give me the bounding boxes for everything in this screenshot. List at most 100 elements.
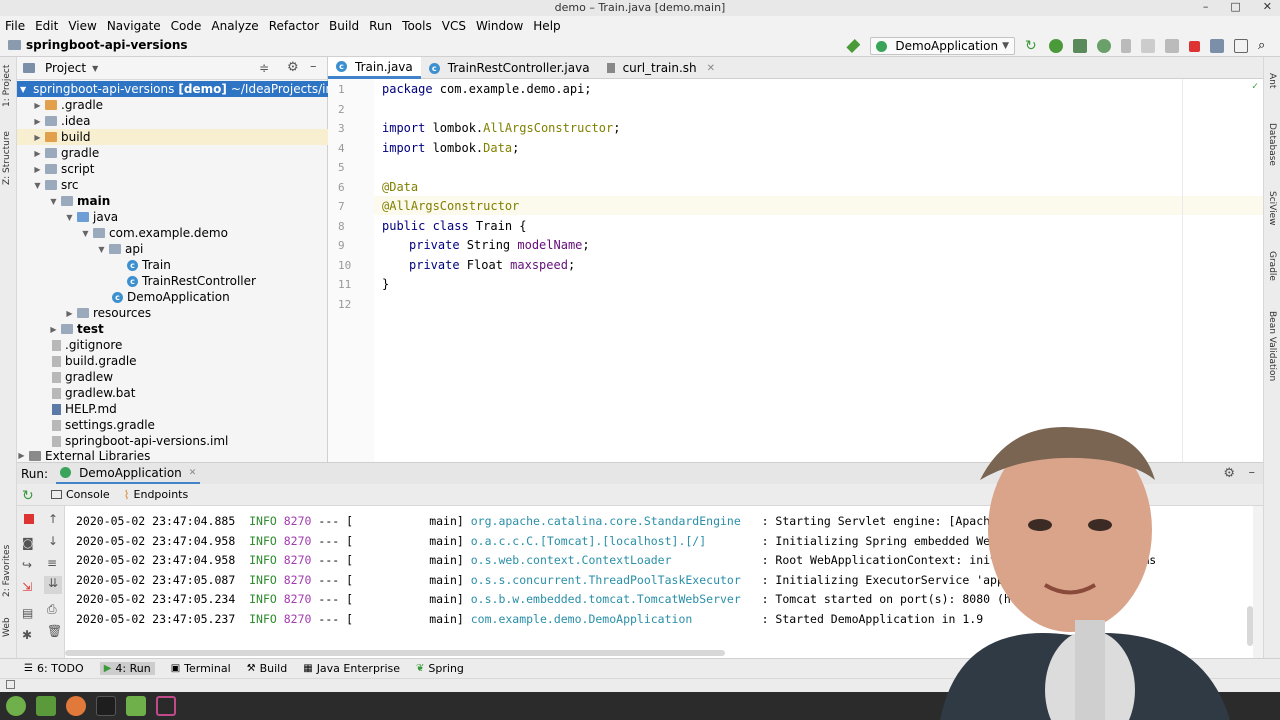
expand-arrow-icon[interactable]: ▶ (33, 165, 42, 174)
expand-arrow-icon[interactable]: ▶ (49, 325, 58, 334)
tree-item[interactable]: gradlew.bat (17, 385, 328, 401)
restore-layout-icon[interactable]: ↪ (22, 558, 32, 572)
hide-panel-icon[interactable]: – (310, 59, 317, 74)
tab-train-java[interactable]: c Train.java (328, 57, 421, 79)
menu-tools[interactable]: Tools (397, 19, 437, 33)
tree-item[interactable]: ▼ src (17, 177, 328, 193)
tree-item[interactable]: ▶ External Libraries (17, 449, 328, 462)
expand-arrow-icon[interactable]: ▶ (65, 309, 74, 318)
expand-arrow-icon[interactable]: ▶ (33, 117, 42, 126)
tree-item[interactable]: ▶ gradle (17, 145, 328, 161)
expand-arrow-icon[interactable]: ▼ (97, 245, 106, 254)
intellij-icon[interactable] (156, 696, 176, 716)
tool-java-enterprise[interactable]: ▦ Java Enterprise (303, 662, 400, 675)
camera-icon[interactable]: ◙ (22, 536, 34, 550)
menu-analyze[interactable]: Analyze (206, 19, 263, 33)
horizontal-scrollbar[interactable] (65, 650, 725, 656)
tab-train-rest-controller[interactable]: c TrainRestController.java (421, 57, 598, 79)
scroll-to-end-icon[interactable]: ⇊ (44, 576, 62, 594)
tool-terminal[interactable]: ▣ Terminal (171, 662, 231, 675)
tree-root-item[interactable]: ▼ springboot-api-versions [demo] ~/IdeaP… (17, 81, 386, 97)
tab-curl-train-sh[interactable]: curl_train.sh ✕ (598, 57, 723, 79)
pin-icon[interactable]: ✱ (22, 628, 32, 642)
tree-item[interactable]: ▶ .gradle (17, 97, 328, 113)
layout-icon[interactable]: ▤ (22, 606, 33, 620)
mint-menu-icon[interactable] (6, 696, 26, 716)
menu-edit[interactable]: Edit (30, 19, 63, 33)
tree-item[interactable]: HELP.md (17, 401, 328, 417)
expand-arrow-icon[interactable]: ▶ (33, 149, 42, 158)
tree-item[interactable]: ▼ com.example.demo (17, 225, 328, 241)
minimize-button[interactable]: – (1203, 0, 1209, 16)
gradle-tool-tab[interactable]: Gradle (1267, 251, 1277, 281)
expand-arrow-icon[interactable]: ▶ (33, 101, 42, 110)
tree-item[interactable]: ▶ test (17, 321, 328, 337)
menu-navigate[interactable]: Navigate (102, 19, 166, 33)
tool-todo[interactable]: ☰ 6: TODO (24, 662, 84, 675)
tree-item[interactable]: c TrainRestController (17, 273, 328, 289)
tool-run[interactable]: ▶ 4: Run (99, 662, 155, 675)
database-tool-tab[interactable]: Database (1267, 123, 1277, 166)
profile-icon[interactable] (1097, 39, 1111, 53)
arrow-down-icon[interactable]: ↓ (48, 534, 58, 548)
firefox-icon[interactable] (66, 696, 86, 716)
exit-icon[interactable]: ⇲ (22, 580, 32, 594)
stop-icon[interactable] (24, 514, 34, 524)
folder-app-icon[interactable] (126, 696, 146, 716)
menu-help[interactable]: Help (528, 19, 565, 33)
bean-validation-tool-tab[interactable]: Bean Validation (1267, 311, 1277, 381)
expand-arrow-icon[interactable]: ▶ (33, 133, 42, 142)
expand-arrow-icon[interactable]: ▼ (49, 197, 58, 206)
files-icon[interactable] (36, 696, 56, 716)
menu-window[interactable]: Window (471, 19, 528, 33)
tree-item[interactable]: ▶ script (17, 161, 328, 177)
trash-icon[interactable]: 🗑 (47, 624, 62, 638)
menu-file[interactable]: File (0, 19, 30, 33)
tool-spring[interactable]: ❦ Spring (416, 662, 464, 675)
soft-wrap-icon[interactable]: ≡ (47, 556, 57, 570)
toggle-tool-windows-icon[interactable] (6, 680, 15, 689)
ant-tool-tab[interactable]: Ant (1267, 73, 1277, 88)
close-tab-icon[interactable]: ✕ (707, 63, 715, 74)
expand-arrow-icon[interactable]: ▼ (65, 213, 74, 222)
tree-item[interactable]: ▶ .idea (17, 113, 328, 129)
collapse-all-icon[interactable]: ≑ (259, 61, 269, 75)
tab-endpoints[interactable]: ⌇ Endpoints (124, 488, 189, 502)
run-config-select[interactable]: DemoApplication ▼ (870, 37, 1015, 55)
terminal-app-icon[interactable] (96, 696, 116, 716)
close-tab-icon[interactable]: ✕ (189, 468, 197, 478)
maximize-button[interactable]: □ (1230, 0, 1240, 16)
presentation-icon[interactable] (1234, 39, 1248, 53)
menu-run[interactable]: Run (364, 19, 397, 33)
tree-item[interactable]: c DemoApplication (17, 289, 328, 305)
build-project-icon[interactable] (1141, 39, 1155, 53)
menu-build[interactable]: Build (324, 19, 364, 33)
breadcrumb[interactable]: springboot-api-versions (8, 38, 188, 52)
gear-icon[interactable]: ⚙ (287, 60, 299, 75)
search-icon[interactable]: ⌕ (1258, 39, 1272, 53)
breadcrumb-project[interactable]: springboot-api-versions (26, 38, 188, 52)
project-panel-title[interactable]: Project (45, 61, 86, 75)
structure-tool-tab[interactable]: Z: Structure (2, 131, 12, 185)
tool-build[interactable]: ⚒ Build (247, 662, 288, 675)
arrow-up-icon[interactable]: ↑ (48, 512, 58, 526)
expand-arrow-icon[interactable]: ▶ (17, 451, 26, 460)
tree-item[interactable]: settings.gradle (17, 417, 328, 433)
tree-item[interactable]: ▼ java (17, 209, 328, 225)
tree-item[interactable]: .gitignore (17, 337, 328, 353)
favorites-tool-tab[interactable]: 2: Favorites (2, 545, 12, 597)
run-config-tab[interactable]: DemoApplication ✕ (56, 464, 201, 484)
project-tool-tab[interactable]: 1: Project (2, 65, 12, 107)
more-run-icon[interactable] (1121, 39, 1131, 53)
menu-vcs[interactable]: VCS (437, 19, 471, 33)
tree-item[interactable]: ▼ main (17, 193, 328, 209)
debug-icon[interactable] (1049, 39, 1063, 53)
tree-item[interactable]: ▶ resources (17, 305, 328, 321)
sciview-tool-tab[interactable]: SciView (1267, 191, 1277, 226)
print-icon[interactable]: ⎙ (47, 602, 57, 617)
build-hammer-icon[interactable] (846, 39, 861, 53)
tree-item[interactable]: ▼ api (17, 241, 328, 257)
expand-arrow-icon[interactable]: ▼ (20, 85, 26, 94)
tree-item[interactable]: build.gradle (17, 353, 328, 369)
chevron-down-icon[interactable]: ▼ (92, 64, 98, 73)
